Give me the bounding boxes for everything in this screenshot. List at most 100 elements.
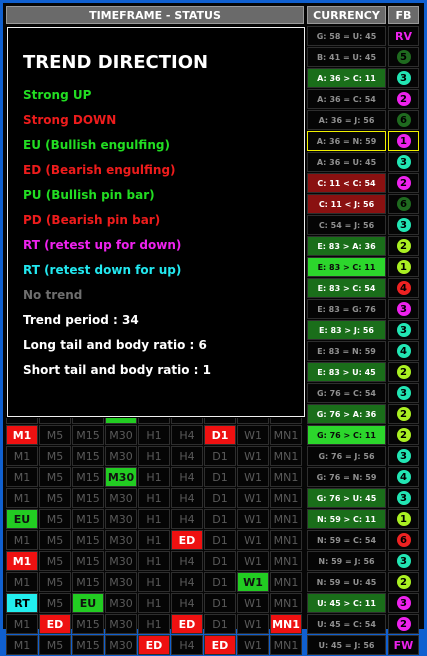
timeframe-cell[interactable]: D1: [204, 572, 236, 592]
currency-pair-cell[interactable]: N: 59 > C: 11: [307, 509, 386, 529]
timeframe-cell[interactable]: EU: [6, 509, 38, 529]
timeframe-cell[interactable]: M15: [72, 509, 104, 529]
timeframe-cell[interactable]: MN1: [270, 530, 302, 550]
timeframe-cell[interactable]: M5: [39, 530, 71, 550]
timeframe-cell[interactable]: W1: [237, 467, 269, 487]
timeframe-cell[interactable]: H1: [138, 614, 170, 634]
timeframe-cell[interactable]: M15: [72, 572, 104, 592]
currency-pair-cell[interactable]: U: 45 = J: 56: [307, 635, 386, 655]
currency-pair-cell[interactable]: U: 45 = C: 54: [307, 614, 386, 634]
timeframe-cell[interactable]: M5: [39, 593, 71, 613]
currency-pair-cell[interactable]: E: 83 > J: 56: [307, 320, 386, 340]
timeframe-cell[interactable]: M30: [105, 635, 137, 655]
timeframe-cell[interactable]: M1: [6, 530, 38, 550]
timeframe-cell[interactable]: H1: [138, 425, 170, 445]
timeframe-cell[interactable]: D1: [204, 551, 236, 571]
timeframe-cell[interactable]: H1: [138, 509, 170, 529]
timeframe-cell[interactable]: H4: [171, 572, 203, 592]
timeframe-cell[interactable]: M5: [39, 425, 71, 445]
timeframe-cell[interactable]: ED: [138, 635, 170, 655]
timeframe-cell[interactable]: M15: [72, 635, 104, 655]
timeframe-cell[interactable]: H1: [138, 446, 170, 466]
currency-pair-cell[interactable]: G: 58 = U: 45: [307, 26, 386, 46]
timeframe-cell[interactable]: W1: [237, 488, 269, 508]
timeframe-cell[interactable]: D1: [204, 509, 236, 529]
timeframe-cell[interactable]: D1: [204, 425, 236, 445]
currency-pair-cell[interactable]: E: 83 > A: 36: [307, 236, 386, 256]
timeframe-cell[interactable]: MN1: [270, 509, 302, 529]
timeframe-cell[interactable]: H4: [171, 593, 203, 613]
timeframe-cell[interactable]: D1: [204, 530, 236, 550]
currency-pair-cell[interactable]: E: 83 > U: 45: [307, 362, 386, 382]
currency-pair-cell[interactable]: A: 36 = N: 59: [307, 131, 386, 151]
timeframe-cell[interactable]: ED: [171, 530, 203, 550]
timeframe-cell[interactable]: H4: [171, 509, 203, 529]
timeframe-cell[interactable]: M30: [105, 551, 137, 571]
timeframe-cell[interactable]: M15: [72, 467, 104, 487]
timeframe-cell[interactable]: W1: [237, 551, 269, 571]
timeframe-cell[interactable]: EU: [72, 593, 104, 613]
timeframe-cell[interactable]: M30: [105, 488, 137, 508]
currency-pair-cell[interactable]: G: 76 = J: 56: [307, 446, 386, 466]
currency-pair-cell[interactable]: G: 76 > C: 11: [307, 425, 386, 445]
timeframe-cell[interactable]: D1: [204, 593, 236, 613]
timeframe-cell[interactable]: M1: [6, 635, 38, 655]
timeframe-cell[interactable]: M15: [72, 488, 104, 508]
timeframe-cell[interactable]: MN1: [270, 488, 302, 508]
timeframe-cell[interactable]: W1: [237, 530, 269, 550]
timeframe-cell[interactable]: M5: [39, 635, 71, 655]
currency-pair-cell[interactable]: U: 45 > C: 11: [307, 593, 386, 613]
timeframe-cell[interactable]: M5: [39, 467, 71, 487]
timeframe-cell[interactable]: H4: [171, 467, 203, 487]
timeframe-cell[interactable]: MN1: [270, 551, 302, 571]
timeframe-cell[interactable]: M1: [6, 446, 38, 466]
timeframe-cell[interactable]: M1: [6, 467, 38, 487]
timeframe-cell[interactable]: H1: [138, 593, 170, 613]
timeframe-cell[interactable]: M5: [39, 446, 71, 466]
timeframe-cell[interactable]: M1: [6, 425, 38, 445]
timeframe-cell[interactable]: MN1: [270, 446, 302, 466]
timeframe-cell[interactable]: M15: [72, 425, 104, 445]
currency-pair-cell[interactable]: E: 83 = G: 76: [307, 299, 386, 319]
timeframe-cell[interactable]: D1: [204, 467, 236, 487]
timeframe-cell[interactable]: M15: [72, 446, 104, 466]
currency-pair-cell[interactable]: A: 36 = U: 45: [307, 152, 386, 172]
timeframe-cell[interactable]: M30: [105, 593, 137, 613]
currency-pair-cell[interactable]: C: 11 < J: 56: [307, 194, 386, 214]
currency-pair-cell[interactable]: E: 83 > C: 54: [307, 278, 386, 298]
timeframe-cell[interactable]: ED: [171, 614, 203, 634]
timeframe-cell[interactable]: M1: [6, 572, 38, 592]
timeframe-cell[interactable]: H1: [138, 551, 170, 571]
timeframe-cell[interactable]: D1: [204, 614, 236, 634]
timeframe-cell[interactable]: M15: [72, 530, 104, 550]
timeframe-cell[interactable]: M30: [105, 572, 137, 592]
timeframe-cell[interactable]: W1: [237, 572, 269, 592]
timeframe-cell[interactable]: H4: [171, 425, 203, 445]
timeframe-cell[interactable]: H4: [171, 551, 203, 571]
timeframe-cell[interactable]: W1: [237, 614, 269, 634]
timeframe-cell[interactable]: MN1: [270, 593, 302, 613]
timeframe-cell[interactable]: RT: [6, 593, 38, 613]
currency-pair-cell[interactable]: E: 83 > C: 11: [307, 257, 386, 277]
timeframe-cell[interactable]: M30: [105, 614, 137, 634]
timeframe-cell[interactable]: W1: [237, 509, 269, 529]
timeframe-cell[interactable]: M30: [105, 425, 137, 445]
timeframe-cell[interactable]: M5: [39, 509, 71, 529]
timeframe-cell[interactable]: M30: [105, 530, 137, 550]
timeframe-cell[interactable]: W1: [237, 593, 269, 613]
timeframe-cell[interactable]: M1: [6, 614, 38, 634]
timeframe-cell[interactable]: M1: [6, 551, 38, 571]
timeframe-cell[interactable]: H1: [138, 572, 170, 592]
timeframe-cell[interactable]: H4: [171, 635, 203, 655]
timeframe-cell[interactable]: M15: [72, 614, 104, 634]
currency-pair-cell[interactable]: B: 41 = U: 45: [307, 47, 386, 67]
timeframe-cell[interactable]: M5: [39, 572, 71, 592]
timeframe-cell[interactable]: MN1: [270, 572, 302, 592]
timeframe-cell[interactable]: H1: [138, 467, 170, 487]
timeframe-cell[interactable]: MN1: [270, 467, 302, 487]
timeframe-cell[interactable]: D1: [204, 488, 236, 508]
currency-pair-cell[interactable]: E: 83 = N: 59: [307, 341, 386, 361]
timeframe-cell[interactable]: W1: [237, 635, 269, 655]
timeframe-cell[interactable]: W1: [237, 425, 269, 445]
timeframe-cell[interactable]: ED: [39, 614, 71, 634]
